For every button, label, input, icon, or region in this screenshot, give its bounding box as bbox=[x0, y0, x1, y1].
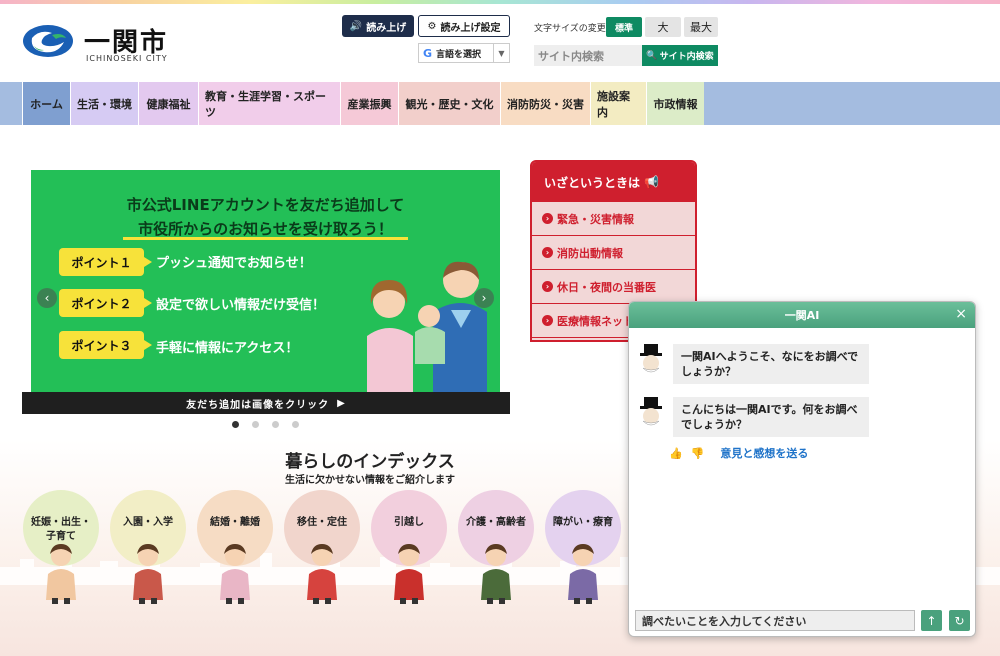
chat-message: こんにちは一関AIです。何をお調べでしょうか？ bbox=[637, 397, 869, 437]
nav-item[interactable]: ホーム bbox=[22, 82, 70, 125]
nav-item[interactable]: 観光・歴史・文化 bbox=[398, 82, 500, 125]
banner-title-line2: 市役所からのお知らせを受け取ろう！ bbox=[138, 220, 393, 238]
chevron-right-icon: › bbox=[542, 315, 553, 326]
thumbs-down-icon[interactable]: 👎 bbox=[691, 447, 705, 460]
rainbow-strip bbox=[0, 0, 1000, 4]
reset-button[interactable]: ↻ bbox=[949, 610, 970, 631]
logo-english: ICHINOSEKI CITY bbox=[86, 54, 168, 63]
category-label: 入園・入学 bbox=[123, 517, 173, 528]
banner-caption[interactable]: 友だち追加は画像をクリック ▶ bbox=[22, 392, 510, 414]
search-icon: 🔍 bbox=[646, 50, 658, 61]
site-logo[interactable]: 一関市 ICHINOSEKI CITY bbox=[22, 22, 172, 66]
point-badge-3: ポイント３ bbox=[59, 331, 152, 359]
chevron-down-icon: ▼ bbox=[493, 44, 509, 62]
nav-item[interactable]: 産業振興 bbox=[340, 82, 398, 125]
search-input[interactable]: サイト内検索 bbox=[534, 45, 642, 66]
nav-item[interactable]: 健康福祉 bbox=[138, 82, 198, 125]
chat-header: 一関AI × bbox=[629, 302, 975, 328]
feedback-row: 👍 👎 意見と感想を送る bbox=[669, 445, 808, 461]
category-label: 介護・高齢者 bbox=[466, 517, 526, 528]
carousel-dot[interactable] bbox=[272, 421, 279, 428]
point-text-1: プッシュ通知でお知らせ！ bbox=[156, 256, 312, 271]
emergency-link[interactable]: › 消防出動情報 bbox=[532, 236, 695, 270]
point-badge-2: ポイント２ bbox=[59, 289, 152, 317]
person-illustration bbox=[568, 544, 598, 604]
ai-chat-window: 一関AI × 一関AIへようこそ、なにをお調べでしょうか？ こんにちは一関AIで… bbox=[628, 301, 976, 637]
category-label: 結婚・離婚 bbox=[210, 517, 260, 528]
search-button[interactable]: 🔍 サイト内検索 bbox=[642, 45, 718, 66]
language-select[interactable]: G 言語を選択 ▼ bbox=[418, 43, 510, 63]
nav-item[interactable]: 教育・生涯学習・スポーツ bbox=[198, 82, 340, 125]
bot-avatar-icon bbox=[640, 344, 662, 373]
person-illustration bbox=[394, 544, 424, 604]
read-aloud-button[interactable]: 🔊 読み上げ bbox=[342, 15, 414, 37]
emergency-link[interactable]: › 緊急・災害情報 bbox=[532, 202, 695, 236]
family-illustration bbox=[367, 261, 487, 392]
person-illustration bbox=[133, 544, 163, 604]
chat-input[interactable]: 調べたいことを入力してください bbox=[635, 610, 915, 631]
send-button[interactable]: ↑ bbox=[921, 610, 942, 631]
nav-item[interactable]: 消防防災・災害 bbox=[500, 82, 590, 125]
nav-item[interactable]: 市政情報 bbox=[646, 82, 704, 125]
point-badge-1: ポイント１ bbox=[59, 248, 152, 276]
chevron-right-icon: › bbox=[542, 281, 553, 292]
emergency-header: いざというときは 📢 bbox=[532, 162, 695, 202]
category-label: 引越し bbox=[394, 517, 424, 528]
index-subtitle: 生活に欠かせない情報をご紹介します bbox=[285, 475, 455, 486]
index-title: 暮らしのインデックス bbox=[285, 452, 455, 472]
gear-icon: ⚙ bbox=[427, 20, 437, 32]
carousel-prev-button[interactable]: ‹ bbox=[37, 288, 57, 308]
google-icon: G bbox=[423, 46, 433, 60]
thumbs-up-icon[interactable]: 👍 bbox=[669, 447, 683, 460]
person-illustration bbox=[220, 544, 250, 604]
close-icon[interactable]: × bbox=[955, 306, 967, 322]
point-text-2: 設定で欲しい情報だけ受信！ bbox=[156, 298, 326, 313]
carousel-next-button[interactable]: › bbox=[474, 288, 494, 308]
font-standard-button[interactable]: 標準 bbox=[606, 17, 642, 37]
global-nav: ホーム 生活・環境 健康福祉 教育・生涯学習・スポーツ 産業振興 観光・歴史・文化 消防防災… bbox=[0, 82, 1000, 125]
font-xlarge-button[interactable]: 最大 bbox=[684, 17, 718, 37]
category-label: 妊娠・出生・ bbox=[31, 517, 91, 528]
banner-title-line1: 市公式LINEアカウントを友だち追加して bbox=[126, 196, 405, 214]
megaphone-icon: 📢 bbox=[644, 175, 659, 189]
carousel-dot[interactable] bbox=[292, 421, 299, 428]
font-size-label: 文字サイズの変更 bbox=[534, 24, 606, 34]
chat-bubble: こんにちは一関AIです。何をお調べでしょうか？ bbox=[673, 397, 869, 437]
nav-item[interactable]: 施設案内 bbox=[590, 82, 646, 125]
speaker-icon: 🔊 bbox=[349, 20, 363, 32]
city-emblem-icon bbox=[23, 25, 73, 57]
read-settings-button[interactable]: ⚙ 読み上げ設定 bbox=[418, 15, 510, 37]
nav-item[interactable]: 生活・環境 bbox=[70, 82, 138, 125]
category-label: 障がい・療育 bbox=[553, 517, 613, 528]
play-icon: ▶ bbox=[337, 397, 346, 409]
chevron-right-icon: › bbox=[542, 247, 553, 258]
chevron-right-icon: › bbox=[542, 213, 553, 224]
person-illustration bbox=[46, 544, 76, 604]
font-large-button[interactable]: 大 bbox=[645, 17, 681, 37]
carousel-dots bbox=[232, 421, 299, 428]
carousel-dot[interactable] bbox=[252, 421, 259, 428]
point-text-3: 手軽に情報にアクセス！ bbox=[156, 341, 299, 356]
chat-bubble: 一関AIへようこそ、なにをお調べでしょうか？ bbox=[673, 344, 869, 384]
banner-underline bbox=[123, 237, 408, 240]
carousel-dot[interactable] bbox=[232, 421, 239, 428]
emergency-link[interactable]: › 休日・夜間の当番医 bbox=[532, 270, 695, 304]
bot-avatar-icon bbox=[640, 397, 662, 426]
chat-message: 一関AIへようこそ、なにをお調べでしょうか？ bbox=[637, 344, 869, 384]
feedback-link[interactable]: 意見と感想を送る bbox=[720, 445, 808, 461]
person-illustration bbox=[307, 544, 337, 604]
person-illustration bbox=[481, 544, 511, 604]
line-banner[interactable]: 市公式LINEアカウントを友だち追加して 市役所からのお知らせを受け取ろう！ ポ… bbox=[31, 170, 500, 392]
category-label: 移住・定住 bbox=[297, 517, 347, 528]
